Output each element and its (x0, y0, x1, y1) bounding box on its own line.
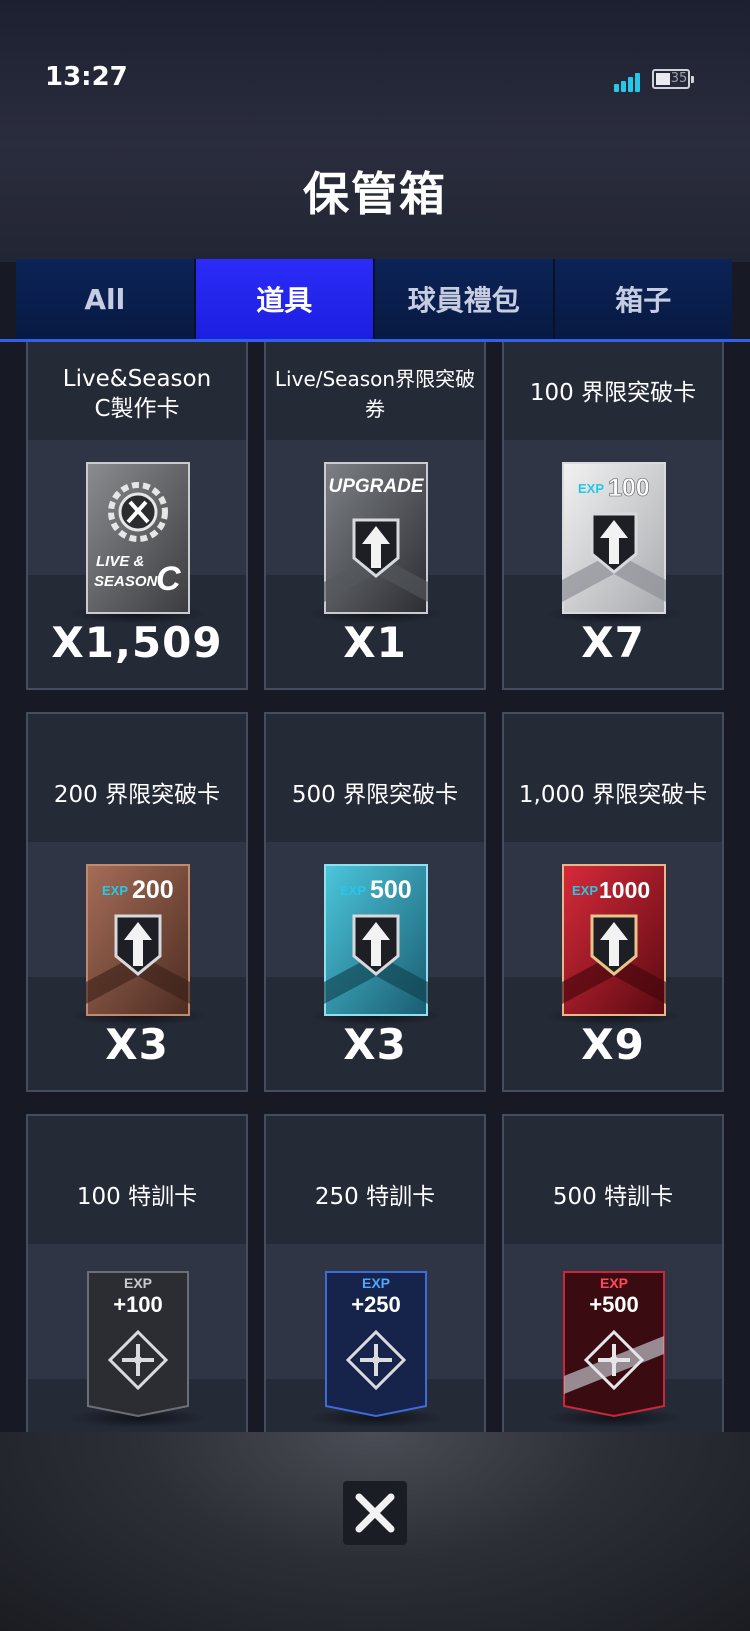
svg-text:1000: 1000 (599, 877, 650, 903)
item-card[interactable]: Live&Season C製作卡 LIVE & SEASON C X1,509 (26, 342, 248, 690)
item-count: X9 (581, 1020, 645, 1069)
svg-text:EXP: EXP (600, 1275, 628, 1291)
svg-text:+250: +250 (351, 1292, 401, 1317)
battery-level: 35 (670, 71, 688, 86)
svg-text:100: 100 (608, 474, 650, 502)
exp-100-card-icon: EXP 100 (562, 462, 666, 614)
tab-items[interactable]: 道具 (195, 259, 375, 339)
tab-all[interactable]: All (16, 259, 196, 339)
upgrade-card-icon: UPGRADE (324, 462, 428, 614)
tab-player-packs[interactable]: 球員禮包 (375, 259, 555, 339)
item-count: X3 (343, 1020, 407, 1069)
signal-bars-icon (614, 70, 646, 92)
crafting-card-icon: LIVE & SEASON C (86, 462, 190, 614)
item-count: X1 (343, 618, 407, 667)
status-time: 13:27 (45, 62, 128, 92)
item-card[interactable]: 500 特訓卡 EXP +500 (502, 1114, 724, 1432)
battery-icon: 35 (652, 69, 694, 89)
item-card[interactable]: 500 界限突破卡 EXP 500 X3 (264, 712, 486, 1092)
exp-500-card-icon: EXP 500 (324, 864, 428, 1016)
training-100-card-icon: EXP +100 (87, 1271, 189, 1418)
item-card[interactable]: 250 特訓卡 EXP +250 (264, 1114, 486, 1432)
svg-text:+100: +100 (113, 1292, 163, 1317)
svg-text:SEASON: SEASON (94, 573, 159, 590)
svg-text:LIVE &: LIVE & (96, 553, 144, 570)
item-name: Live/Season界限突破券 (274, 367, 476, 421)
svg-text:UPGRADE: UPGRADE (328, 476, 424, 497)
tab-boxes[interactable]: 箱子 (554, 259, 732, 339)
training-500-card-icon: EXP +500 (563, 1271, 665, 1418)
svg-text:+500: +500 (589, 1292, 639, 1317)
item-name: 200 界限突破卡 (53, 782, 221, 808)
svg-text:C: C (156, 560, 181, 598)
item-name: Live&Season C製作卡 (62, 366, 212, 422)
training-250-card-icon: EXP +250 (325, 1271, 427, 1418)
svg-text:EXP: EXP (362, 1275, 390, 1291)
item-card[interactable]: 100 界限突破卡 EXP 100 X7 (502, 342, 724, 690)
svg-text:EXP: EXP (572, 883, 598, 898)
item-card[interactable]: 100 特訓卡 EXP +100 (26, 1114, 248, 1432)
item-grid-scroll[interactable]: Live&Season C製作卡 LIVE & SEASON C X1,509 L… (0, 342, 750, 1432)
item-name: 100 特訓卡 (76, 1184, 198, 1210)
tab-bar: All 道具 球員禮包 箱子 (16, 259, 732, 339)
close-button[interactable] (343, 1481, 407, 1545)
svg-text:EXP: EXP (102, 883, 128, 898)
item-name: 250 特訓卡 (314, 1184, 436, 1210)
svg-text:EXP: EXP (124, 1275, 152, 1291)
item-card[interactable]: Live/Season界限突破券 UPGRADE X1 (264, 342, 486, 690)
close-icon (355, 1493, 395, 1533)
item-count: X1,509 (51, 618, 223, 667)
item-count: X3 (105, 1020, 169, 1069)
svg-text:500: 500 (370, 876, 412, 904)
exp-1000-card-icon: EXP 1000 (562, 864, 666, 1016)
exp-200-card-icon: EXP 200 (86, 864, 190, 1016)
item-name: 500 特訓卡 (552, 1184, 674, 1210)
item-card[interactable]: 200 界限突破卡 EXP 200 X3 (26, 712, 248, 1092)
item-count: X7 (581, 618, 645, 667)
item-name: 1,000 界限突破卡 (518, 782, 708, 808)
item-name: 500 界限突破卡 (291, 782, 459, 808)
item-card[interactable]: 1,000 界限突破卡 EXP 1000 X9 (502, 712, 724, 1092)
item-name: 100 界限突破卡 (529, 380, 697, 406)
page-title: 保管箱 (303, 167, 447, 221)
svg-text:EXP: EXP (578, 481, 604, 496)
svg-text:EXP: EXP (340, 883, 366, 898)
svg-text:200: 200 (132, 876, 174, 904)
